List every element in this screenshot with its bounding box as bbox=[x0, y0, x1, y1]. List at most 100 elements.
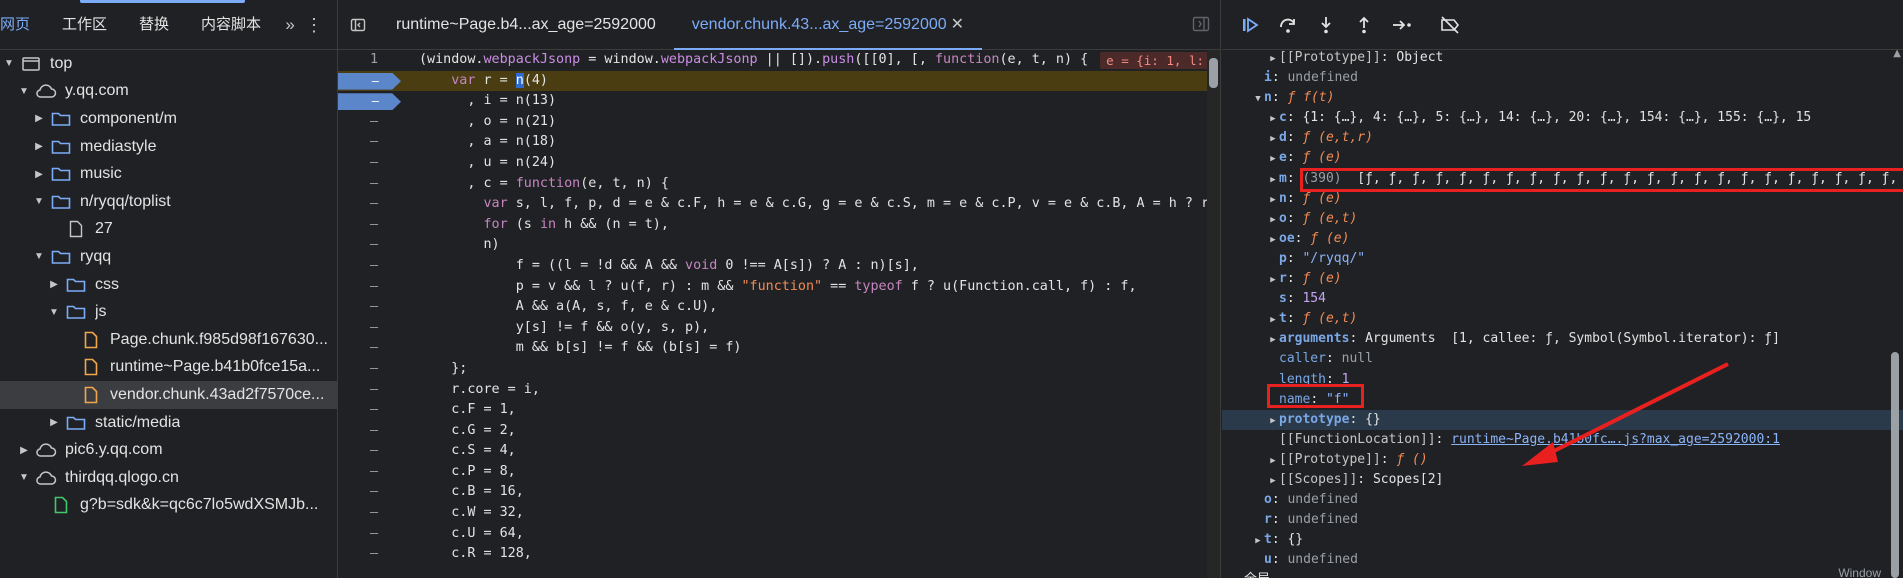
tree-item[interactable]: Page.chunk.f985d98f167630... bbox=[0, 326, 337, 354]
chevron-right-icon[interactable]: ▶ bbox=[47, 279, 61, 290]
chevron-down-icon[interactable]: ▼ bbox=[2, 58, 16, 69]
line-number[interactable]: – bbox=[338, 503, 410, 524]
line-number[interactable]: – bbox=[338, 338, 410, 359]
toggle-navigator-icon[interactable] bbox=[338, 17, 378, 33]
scope-entry[interactable]: ▶ [[Scopes]]: Scopes[2] bbox=[1222, 470, 1903, 490]
step-icon[interactable] bbox=[1390, 13, 1414, 37]
nav-tab-3[interactable]: 内容脚本 bbox=[185, 0, 277, 50]
code-editor[interactable]: 1 (window.webpackJsonp = window.webpackJs… bbox=[338, 50, 1210, 565]
scope-entry[interactable]: [[FunctionLocation]]: runtime~Page.b41b0… bbox=[1222, 430, 1903, 450]
scope-entry[interactable]: ▶ [[Prototype]]: ƒ () bbox=[1222, 450, 1903, 470]
line-number[interactable]: – bbox=[338, 544, 410, 565]
code-line[interactable]: – , c = function(e, t, n) { bbox=[338, 174, 1210, 195]
code-line[interactable]: – n) bbox=[338, 235, 1210, 256]
scope-entry[interactable]: ▶ t: ƒ (e,t) bbox=[1222, 309, 1903, 329]
code-line[interactable]: – A && a(A, s, f, e & c.U), bbox=[338, 297, 1210, 318]
chevron-right-icon[interactable]: ▶ bbox=[1267, 270, 1279, 290]
code-line[interactable]: – var s, l, f, p, d = e & c.F, h = e & c… bbox=[338, 194, 1210, 215]
chevron-right-icon[interactable]: ▶ bbox=[47, 417, 61, 428]
chevron-right-icon[interactable]: ▶ bbox=[1267, 330, 1279, 350]
tree-item[interactable]: 27 bbox=[0, 216, 337, 244]
editor-scrollbar-thumb[interactable] bbox=[1209, 58, 1218, 88]
scope-entry[interactable]: ▶全局 bbox=[1222, 570, 1903, 578]
tree-item[interactable]: ▼ y.qq.com bbox=[0, 78, 337, 106]
chevron-right-icon[interactable]: ▶ bbox=[1232, 571, 1244, 578]
scope-entry[interactable]: u: undefined bbox=[1222, 550, 1903, 570]
line-number[interactable]: – bbox=[338, 297, 410, 318]
chevron-right-icon[interactable]: ▶ bbox=[32, 169, 46, 180]
chevron-down-icon[interactable]: ▼ bbox=[47, 307, 61, 318]
line-number[interactable]: – bbox=[338, 441, 410, 462]
line-number[interactable]: – bbox=[338, 421, 410, 442]
chevron-right-icon[interactable]: ▶ bbox=[1267, 170, 1279, 190]
line-number[interactable]: – bbox=[338, 359, 410, 380]
scope-entry[interactable]: ▶ prototype: {} bbox=[1222, 409, 1903, 431]
tree-item[interactable]: ▶ css bbox=[0, 271, 337, 299]
code-line[interactable]: – , o = n(21) bbox=[338, 112, 1210, 133]
tree-item[interactable]: ▼ js bbox=[0, 298, 337, 326]
tree-item[interactable]: ▶ music bbox=[0, 160, 337, 188]
line-number[interactable]: – bbox=[338, 194, 410, 215]
scope-entry[interactable]: p: "/ryqq/" bbox=[1222, 249, 1903, 269]
scope-entry[interactable]: ▶ c: {1: {…}, 4: {…}, 5: {…}, 14: {…}, 20… bbox=[1222, 108, 1903, 128]
chevron-right-icon[interactable]: ▶ bbox=[1267, 129, 1279, 149]
tree-item[interactable]: ▶ component/m bbox=[0, 105, 337, 133]
scroll-up-icon[interactable]: ▲ bbox=[1893, 48, 1901, 59]
chevron-right-icon[interactable]: ▶ bbox=[1267, 230, 1279, 250]
code-line[interactable]: – , u = n(24) bbox=[338, 153, 1210, 174]
line-number[interactable]: – bbox=[338, 524, 410, 545]
line-number[interactable]: – bbox=[338, 256, 410, 277]
scope-entry[interactable]: ▼ n: ƒ f(t) bbox=[1222, 88, 1903, 108]
deactivate-breakpoints-icon[interactable] bbox=[1438, 13, 1462, 37]
step-over-icon[interactable] bbox=[1276, 13, 1300, 37]
chevron-right-icon[interactable]: ▶ bbox=[1267, 149, 1279, 169]
line-number[interactable]: – bbox=[338, 132, 410, 153]
code-line[interactable]: – c.W = 32, bbox=[338, 503, 1210, 524]
chevron-down-icon[interactable]: ▼ bbox=[32, 196, 46, 207]
chevron-right-icon[interactable]: ▶ bbox=[1267, 109, 1279, 129]
code-line[interactable]: 1 (window.webpackJsonp = window.webpackJs… bbox=[338, 50, 1210, 71]
close-icon[interactable]: ✕ bbox=[951, 16, 964, 33]
scope-entry[interactable]: ▶ oe: ƒ (e) bbox=[1222, 229, 1903, 249]
chevron-right-icon[interactable]: ▶ bbox=[32, 141, 46, 152]
chevron-right-icon[interactable]: ▶ bbox=[1267, 210, 1279, 230]
code-line[interactable]: – for (s in h && (n = t), bbox=[338, 215, 1210, 236]
code-line[interactable]: – c.G = 2, bbox=[338, 421, 1210, 442]
line-number[interactable]: – bbox=[338, 153, 410, 174]
scope-entry[interactable]: ▶ o: ƒ (e,t) bbox=[1222, 209, 1903, 229]
scope-entry[interactable]: o: undefined bbox=[1222, 490, 1903, 510]
scope-entry[interactable]: ▶ [[Prototype]]: Object bbox=[1222, 48, 1903, 68]
breakpoint-marker[interactable]: – bbox=[338, 72, 401, 90]
line-number[interactable]: – bbox=[338, 380, 410, 401]
chevron-right-icon[interactable]: ▶ bbox=[1267, 310, 1279, 330]
code-line[interactable]: – var r = n(4) bbox=[338, 70, 1210, 92]
line-number[interactable]: – bbox=[338, 215, 410, 236]
code-line[interactable]: – c.F = 1, bbox=[338, 400, 1210, 421]
tree-item[interactable]: g?b=sdk&k=qc6c7lo5wdXSMJb... bbox=[0, 492, 337, 520]
line-number[interactable]: – bbox=[338, 482, 410, 503]
step-into-icon[interactable] bbox=[1314, 13, 1338, 37]
line-number[interactable]: – bbox=[338, 235, 410, 256]
scope-entry[interactable]: i: undefined bbox=[1222, 68, 1903, 88]
chevron-down-icon[interactable]: ▼ bbox=[17, 472, 31, 483]
scope-entry[interactable]: ▶ e: ƒ (e) bbox=[1222, 148, 1903, 168]
chevron-right-icon[interactable]: ▶ bbox=[1267, 411, 1279, 431]
nav-tab-0[interactable]: 网页 bbox=[0, 0, 46, 50]
step-out-icon[interactable] bbox=[1352, 13, 1376, 37]
line-number[interactable]: – bbox=[338, 400, 410, 421]
file-tab-1[interactable]: vendor.chunk.43...ax_age=2592000 ✕ bbox=[673, 0, 983, 50]
tree-item[interactable]: ▶ pic6.y.qq.com bbox=[0, 436, 337, 464]
chevron-right-icon[interactable]: ▶ bbox=[1267, 190, 1279, 210]
tree-item[interactable]: ▼ thirdqq.qlogo.cn bbox=[0, 464, 337, 492]
chevron-right-icon[interactable]: ▶ bbox=[17, 445, 31, 456]
chevron-right-icon[interactable]: ▶ bbox=[1267, 451, 1279, 471]
chevron-down-icon[interactable]: ▼ bbox=[17, 86, 31, 97]
code-line[interactable]: – c.P = 8, bbox=[338, 462, 1210, 483]
scope-entry[interactable]: r: undefined bbox=[1222, 510, 1903, 530]
code-line[interactable]: – , a = n(18) bbox=[338, 132, 1210, 153]
kebab-icon[interactable]: ⋮ bbox=[305, 0, 323, 50]
line-number[interactable]: 1 bbox=[338, 50, 410, 71]
code-line[interactable]: – y[s] != f && o(y, s, p), bbox=[338, 318, 1210, 339]
tree-item[interactable]: runtime~Page.b41b0fce15a... bbox=[0, 354, 337, 382]
tree-item[interactable]: vendor.chunk.43ad2f7570ce... bbox=[0, 381, 337, 409]
